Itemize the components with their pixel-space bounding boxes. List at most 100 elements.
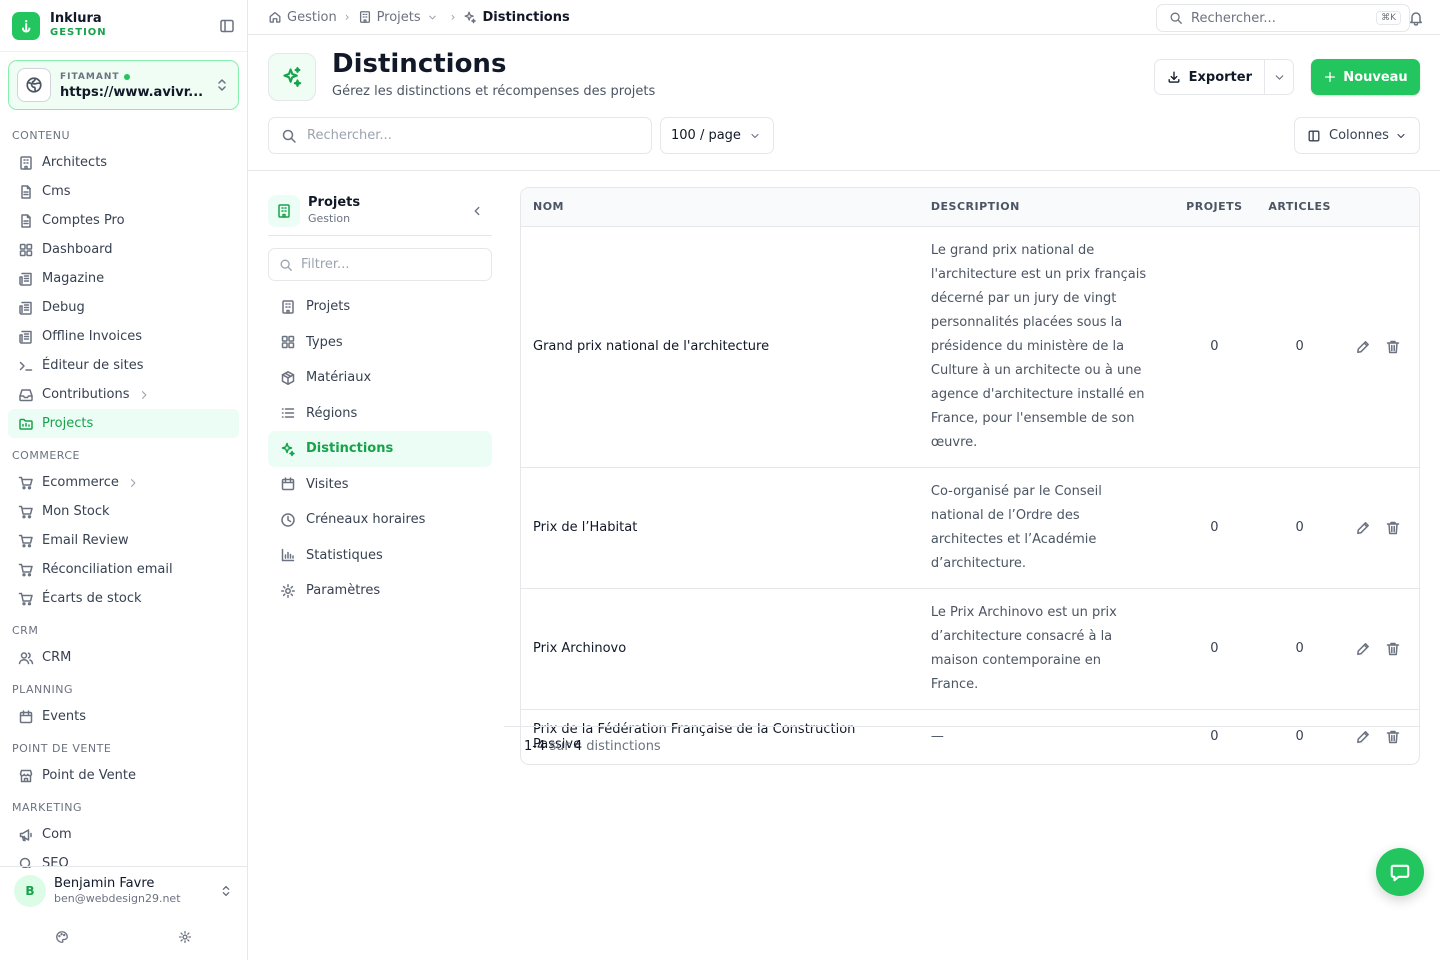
subnav-item-distinctions[interactable]: Distinctions xyxy=(268,431,492,467)
sidebar-item-label: Comptes Pro xyxy=(42,213,125,228)
sparkles-icon xyxy=(465,11,477,24)
document-icon xyxy=(21,184,31,199)
site-switcher[interactable]: FITAMANT https://www.avivr... xyxy=(8,60,239,110)
breadcrumb-label: Projets xyxy=(376,9,421,25)
column-header-articles[interactable]: ARTICLES xyxy=(1256,188,1343,227)
edit-icon[interactable] xyxy=(1355,520,1371,536)
brand-logo-icon xyxy=(12,11,40,40)
sidebar-item-label: Com xyxy=(42,827,72,842)
chat-button[interactable] xyxy=(1376,848,1424,896)
subnav-filter-input[interactable]: Filtrer... xyxy=(268,248,492,281)
cell-actions xyxy=(1342,226,1419,468)
page-title: Distinctions xyxy=(332,49,507,79)
chevron-updown-icon xyxy=(219,884,233,898)
breadcrumb-item-gestion[interactable]: Gestion xyxy=(268,10,337,25)
sidebar-item-label: Events xyxy=(42,709,87,724)
main-nav: CONTENU Architects Cms Comptes Pro Dashboard… xyxy=(0,118,247,868)
column-header-nom[interactable]: NOM xyxy=(521,188,919,227)
columns-button[interactable]: Colonnes xyxy=(1294,117,1420,154)
breadcrumb-item-projets[interactable]: Projets xyxy=(358,10,443,25)
table-row[interactable]: Prix Archinovo Le Prix Archinovo est un p… xyxy=(521,588,1419,710)
subnav-subtitle: Gestion xyxy=(308,211,351,225)
sidebar-item-ecarts-de-stock[interactable]: Écarts de stock xyxy=(8,584,239,613)
subnav-item-materiaux[interactable]: Matériaux xyxy=(268,360,492,396)
cell-nom: Prix de l’Habitat xyxy=(521,467,919,589)
subnav-item-parametres[interactable]: Paramètres xyxy=(268,573,492,609)
export-button[interactable]: Exporter xyxy=(1155,60,1265,94)
sparkles-icon xyxy=(281,442,295,456)
sidebar-item-architects[interactable]: Architects xyxy=(8,148,239,177)
export-dropdown-button[interactable] xyxy=(1265,60,1293,94)
trash-icon[interactable] xyxy=(1385,641,1401,657)
gear-icon xyxy=(281,583,295,598)
chevron-down-icon xyxy=(1275,74,1283,80)
search-icon xyxy=(282,129,296,143)
sidebar-item-com[interactable]: Com xyxy=(8,820,239,849)
sidebar-item-label: Ecommerce xyxy=(42,475,119,490)
sidebar-item-crm[interactable]: CRM xyxy=(8,643,239,672)
global-search[interactable]: Rechercher... ⌘K xyxy=(1156,4,1410,32)
page-subtitle: Gérez les distinctions et récompenses de… xyxy=(332,84,656,99)
chevron-left-icon[interactable] xyxy=(470,204,484,218)
subnav-filter-placeholder: Filtrer... xyxy=(301,257,350,272)
cell-description: Co-organisé par le Conseil national de l… xyxy=(918,467,1173,589)
column-header-description[interactable]: DESCRIPTION xyxy=(918,188,1173,227)
sidebar-toggle-icon[interactable] xyxy=(219,18,235,34)
subnav-item-projets[interactable]: Projets xyxy=(268,289,492,325)
subnav-item-label: Régions xyxy=(306,405,358,421)
user-name: Benjamin Favre xyxy=(54,875,155,891)
cell-description: — xyxy=(930,728,944,744)
subnav-item-statistiques[interactable]: Statistiques xyxy=(268,538,492,574)
sidebar-item-offline-invoices[interactable]: Offline Invoices xyxy=(8,322,239,351)
new-button[interactable]: Nouveau xyxy=(1311,59,1420,95)
table-row[interactable]: Prix de la Fédération Française de la Co… xyxy=(521,709,1419,764)
brand: Inklura GESTION xyxy=(0,0,247,52)
sidebar-item-email-review[interactable]: Email Review xyxy=(8,526,239,555)
sidebar-item-ecommerce[interactable]: Ecommerce xyxy=(8,468,239,497)
folder-icon xyxy=(19,418,33,430)
sidebar-item-events[interactable]: Events xyxy=(8,702,239,731)
subnav-item-visites[interactable]: Visites xyxy=(268,467,492,503)
sidebar-item-projects[interactable]: Projects xyxy=(8,409,239,438)
sidebar-item-debug[interactable]: Debug xyxy=(8,293,239,322)
sidebar-item-contributions[interactable]: Contributions xyxy=(8,380,239,409)
sidebar-item-mon-stock[interactable]: Mon Stock xyxy=(8,497,239,526)
sidebar-item-label: Écarts de stock xyxy=(42,591,142,606)
nav-section-label: CONTENU xyxy=(12,129,71,142)
subnav-item-types[interactable]: Types xyxy=(268,325,492,361)
edit-icon[interactable] xyxy=(1355,729,1371,745)
column-header-projets[interactable]: PROJETS xyxy=(1172,188,1257,227)
search-input[interactable]: Rechercher... xyxy=(268,117,652,154)
subnav-item-creneaux-horaires[interactable]: Créneaux horaires xyxy=(268,502,492,538)
trash-icon[interactable] xyxy=(1385,339,1401,355)
pagination-sur: sur xyxy=(549,739,570,754)
subnav-item-regions[interactable]: Régions xyxy=(268,396,492,432)
per-page-select[interactable]: 100 / page xyxy=(660,117,774,154)
sidebar-item-comptes-pro[interactable]: Comptes Pro xyxy=(8,206,239,235)
sidebar-item-label: Éditeur de sites xyxy=(42,358,144,373)
trash-icon[interactable] xyxy=(1385,520,1401,536)
sidebar-item-magazine[interactable]: Magazine xyxy=(8,264,239,293)
cell-actions xyxy=(1342,467,1419,589)
trash-icon[interactable] xyxy=(1385,729,1401,745)
edit-icon[interactable] xyxy=(1355,339,1371,355)
table-row[interactable]: Grand prix national de l'architecture Le … xyxy=(521,226,1419,468)
breadcrumb-label: Distinctions xyxy=(482,9,570,25)
sidebar-item-cms[interactable]: Cms xyxy=(8,177,239,206)
building-icon xyxy=(282,300,294,314)
gear-icon[interactable] xyxy=(178,930,192,944)
bell-icon[interactable] xyxy=(1408,10,1424,26)
sidebar-item-reconciliation-email[interactable]: Réconciliation email xyxy=(8,555,239,584)
subnav-title: Projets xyxy=(308,194,361,210)
sidebar-item-dashboard[interactable]: Dashboard xyxy=(8,235,239,264)
table-row[interactable]: Prix de l’Habitat Co-organisé par le Cons… xyxy=(521,467,1419,589)
user-menu[interactable]: B Benjamin Favre ben@webdesign29.net xyxy=(0,866,247,914)
sidebar-item-point-de-vente[interactable]: Point de Vente xyxy=(8,761,239,790)
palette-icon[interactable] xyxy=(55,930,69,944)
grid-icon xyxy=(19,243,33,256)
sidebar-item-editeur-de-sites[interactable]: Éditeur de sites xyxy=(8,351,239,380)
edit-icon[interactable] xyxy=(1355,641,1371,657)
cell-actions xyxy=(1342,588,1419,710)
sidebar-item-label: Dashboard xyxy=(42,242,113,257)
site-url: https://www.avivr... xyxy=(60,85,204,100)
